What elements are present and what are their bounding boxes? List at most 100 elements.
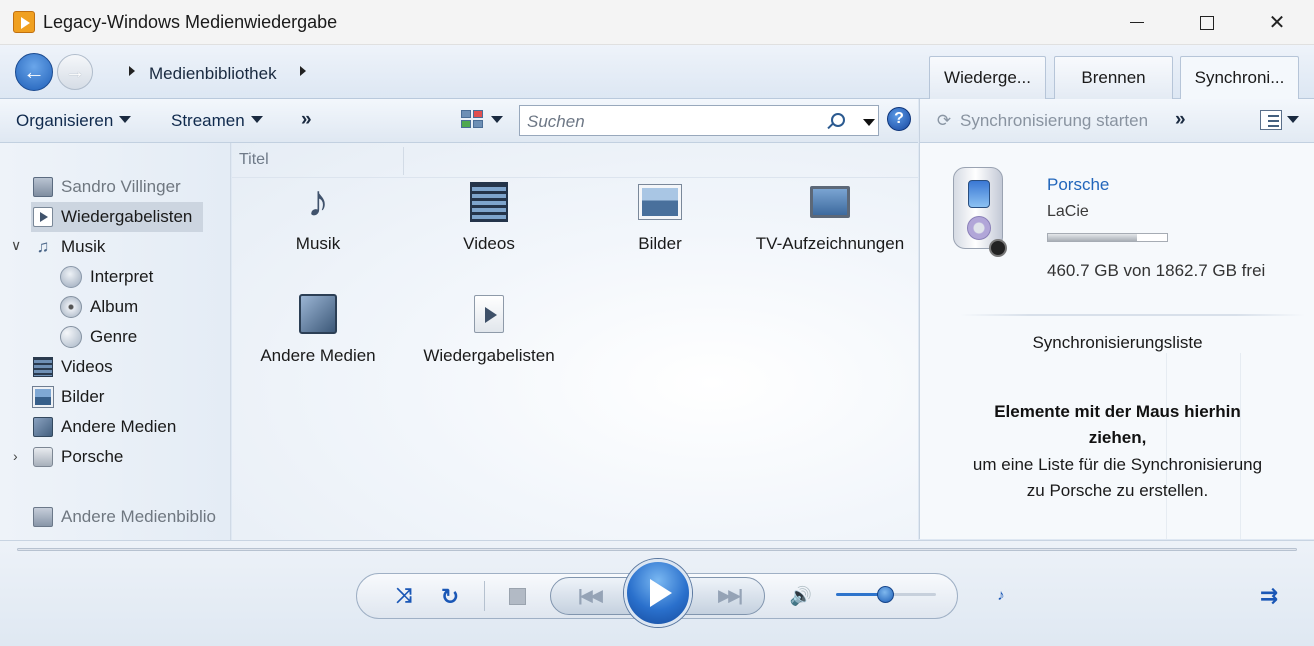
sidebar-item-label: Bilder (61, 387, 105, 406)
sidebar-item-pictures[interactable]: Bilder (32, 382, 105, 412)
sync-toolbar-overflow-button[interactable]: » (1175, 109, 1186, 131)
sidebar-item-label: Andere Medienbiblio (61, 507, 216, 526)
sync-toolbar: ⟳ Synchronisierung starten » (919, 99, 1314, 143)
sidebar-item-label: Interpret (90, 267, 154, 286)
start-sync-button[interactable]: ⟳ Synchronisierung starten (934, 111, 1148, 131)
column-separator[interactable] (403, 147, 404, 175)
device-free-space: 460.7 GB von 1862.7 GB frei (1047, 261, 1266, 280)
stream-label: Streamen (171, 111, 245, 130)
help-icon[interactable]: ? (887, 107, 911, 131)
sidebar-item-label: Album (90, 297, 139, 316)
volume-slider-thumb[interactable] (877, 586, 894, 603)
next-track-icon[interactable]: ▶▶| (706, 584, 752, 608)
sidebar-item-user-library[interactable]: Sandro Villinger (33, 172, 181, 202)
sidebar-item-videos[interactable]: Videos (33, 352, 113, 382)
stop-icon[interactable] (509, 588, 526, 605)
other-library-icon (33, 507, 53, 527)
play-button[interactable] (624, 559, 692, 627)
library-content-area: Titel ♪ Musik Videos Bilder TV-Aufzeichn… (232, 143, 918, 543)
view-options-dropdown-icon[interactable] (491, 116, 503, 123)
search-placeholder: Suchen (527, 112, 585, 131)
maximize-icon (1200, 15, 1214, 30)
drag-hint-text: um eine Liste für die Synchronisierung z… (972, 455, 1263, 500)
back-arrow-icon: ← (23, 59, 45, 84)
device-model: LaCie (1047, 203, 1089, 220)
search-icon[interactable] (831, 113, 845, 127)
album-icon (60, 296, 82, 318)
tab-sync[interactable]: Synchroni... (1180, 56, 1299, 99)
tile-label: Videos (463, 234, 515, 253)
breadcrumb-chevron-icon[interactable] (300, 66, 306, 76)
stream-menu[interactable]: Streamen (171, 111, 263, 131)
device-icon (33, 447, 53, 467)
forward-arrow-icon: → (65, 60, 85, 83)
search-options-dropdown-icon[interactable] (863, 119, 875, 126)
volume-icon[interactable]: 🔊 (789, 585, 813, 607)
sidebar-item-album[interactable]: Album (60, 292, 138, 322)
tab-burn[interactable]: Brennen (1054, 56, 1173, 99)
breadcrumb-root-chevron-icon[interactable] (129, 66, 135, 76)
tv-icon (808, 180, 852, 224)
repeat-icon[interactable]: ↻ (437, 584, 463, 610)
previous-track-icon[interactable]: |◀◀ (566, 584, 612, 608)
sync-panel: Porsche LaCie 460.7 GB von 1862.7 GB fre… (919, 143, 1314, 539)
tile-playlists[interactable]: Wiedergabelisten (404, 292, 574, 366)
back-button[interactable]: ← (15, 53, 53, 91)
list-options-dropdown-icon[interactable] (1287, 116, 1299, 123)
sync-list-title: Synchronisierungsliste (1032, 333, 1203, 352)
tile-label: Musik (295, 234, 341, 253)
play-icon (650, 579, 672, 607)
device-capacity-bar (1047, 233, 1168, 242)
sidebar-item-music[interactable]: ♫ Musik (33, 232, 106, 262)
chevron-down-icon (119, 116, 132, 123)
list-options-icon[interactable] (1260, 110, 1282, 130)
organize-menu[interactable]: Organisieren (16, 111, 132, 131)
sidebar-item-playlists[interactable]: Wiedergabelisten (31, 202, 203, 232)
now-playing-indicator-icon[interactable]: ♪ (993, 585, 1009, 605)
search-input[interactable]: Suchen (519, 105, 879, 136)
sidebar-item-other-libraries[interactable]: Andere Medienbiblio (33, 502, 216, 532)
minimize-icon (1130, 21, 1144, 24)
tile-label: Wiedergabelisten (423, 346, 555, 365)
tile-music[interactable]: ♪ Musik (233, 180, 403, 254)
forward-button[interactable]: → (57, 54, 93, 90)
sidebar-item-other-media[interactable]: Andere Medien (33, 412, 176, 442)
seek-bar[interactable] (17, 548, 1297, 551)
sidebar-item-device-porsche[interactable]: Porsche (33, 442, 123, 472)
tile-label: Bilder (638, 234, 682, 253)
tile-label: Andere Medien (260, 346, 376, 365)
maximize-button[interactable] (1172, 0, 1242, 45)
switch-to-now-playing-icon[interactable]: ⇉ (1254, 583, 1284, 609)
sidebar-item-artist[interactable]: Interpret (60, 262, 153, 292)
expand-collapse-icon[interactable]: ∨ (11, 237, 21, 254)
column-header-title[interactable]: Titel (239, 151, 269, 169)
tile-pictures[interactable]: Bilder (575, 180, 745, 254)
panel-divider (960, 314, 1305, 316)
chevron-down-icon (250, 116, 263, 123)
picture-icon (32, 386, 54, 408)
start-sync-label: Synchronisierung starten (960, 111, 1149, 130)
library-toolbar: Organisieren Streamen » Suchen ? (0, 99, 918, 143)
expand-collapse-icon[interactable]: › (13, 448, 18, 464)
tile-tv-recordings[interactable]: TV-Aufzeichnungen (745, 180, 915, 254)
title-bar: Legacy-Windows Medienwiedergabe ✕ (0, 0, 1314, 45)
column-header-row: Titel (232, 143, 918, 178)
playlist-icon (33, 207, 53, 227)
minimize-button[interactable] (1102, 0, 1172, 45)
tab-play[interactable]: Wiederge... (929, 56, 1046, 99)
toolbar-overflow-button[interactable]: » (301, 109, 312, 131)
close-button[interactable]: ✕ (1242, 0, 1312, 45)
picture-icon (638, 180, 682, 224)
sidebar-item-label: Sandro Villinger (61, 177, 181, 196)
tile-other-media[interactable]: Andere Medien (233, 292, 403, 366)
shuffle-icon[interactable]: ⤨ (392, 584, 416, 608)
breadcrumb-library[interactable]: Medienbibliothek (149, 64, 277, 84)
sidebar-item-genre[interactable]: Genre (60, 322, 137, 352)
genre-icon (60, 326, 82, 348)
portable-player-icon (947, 163, 1013, 263)
tile-videos[interactable]: Videos (404, 180, 574, 254)
sidebar-item-label: Videos (61, 357, 113, 376)
film-icon (33, 357, 53, 377)
view-options-icon[interactable] (461, 110, 483, 128)
device-name-link[interactable]: Porsche (1047, 175, 1109, 195)
